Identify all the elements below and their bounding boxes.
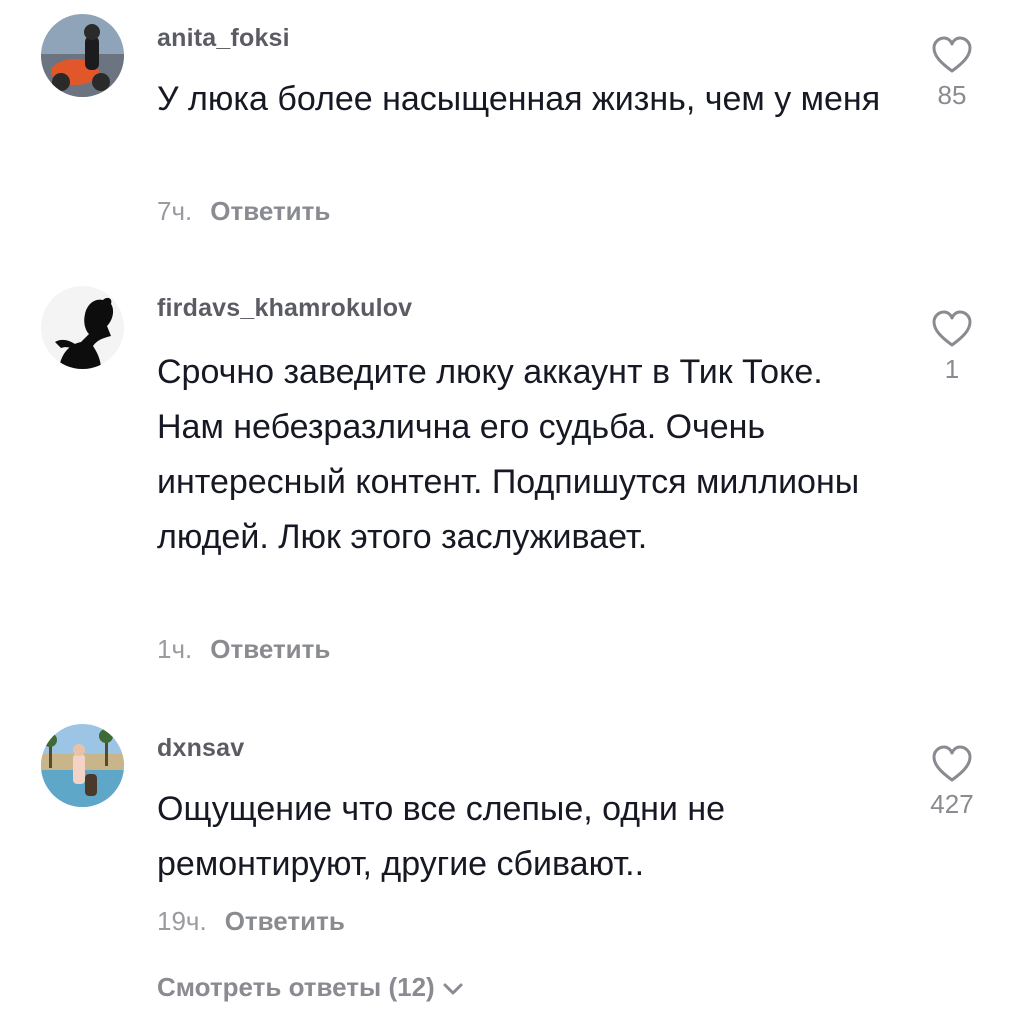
chevron-down-icon bbox=[443, 983, 463, 995]
comment-meta: 19ч. Ответить bbox=[157, 906, 345, 937]
comment-timestamp: 1ч. bbox=[157, 634, 193, 664]
view-replies-button[interactable]: Смотреть ответы (12) bbox=[157, 972, 465, 1003]
heart-icon[interactable] bbox=[931, 36, 973, 74]
comment-username[interactable]: anita_foksi bbox=[157, 24, 290, 53]
comment-text: У люка более насыщенная жизнь, чем у мен… bbox=[157, 80, 881, 118]
like-count: 427 bbox=[930, 789, 974, 819]
avatar-pool-photo bbox=[41, 724, 124, 807]
heart-icon[interactable] bbox=[931, 745, 973, 783]
reply-button[interactable]: Ответить bbox=[210, 196, 330, 226]
like-control: 1 bbox=[922, 310, 982, 385]
comment-text: Ощущение что все слепые, одни не ремонти… bbox=[157, 790, 726, 883]
like-control: 427 bbox=[922, 745, 982, 820]
like-count: 85 bbox=[937, 80, 967, 110]
comment-username[interactable]: firdavs_khamrokulov bbox=[157, 294, 412, 323]
avatar[interactable] bbox=[41, 14, 124, 97]
like-count: 1 bbox=[944, 354, 960, 384]
comment-timestamp: 7ч. bbox=[157, 196, 193, 226]
comment-meta: 7ч. Ответить bbox=[157, 196, 330, 227]
comment-timestamp: 19ч. bbox=[157, 906, 207, 936]
reply-button[interactable]: Ответить bbox=[225, 906, 345, 936]
comment-username[interactable]: dxnsav bbox=[157, 734, 244, 763]
avatar[interactable] bbox=[41, 286, 124, 369]
reply-button[interactable]: Ответить bbox=[210, 634, 330, 664]
comment-meta: 1ч. Ответить bbox=[157, 634, 330, 665]
like-control: 85 bbox=[922, 36, 982, 111]
view-replies-label: Смотреть ответы (12) bbox=[157, 972, 435, 1002]
comment-text: Срочно заведите люку аккаунт в Тик Токе.… bbox=[157, 353, 860, 556]
avatar-silhouette-photo bbox=[41, 286, 124, 369]
avatar-motorcycle-photo bbox=[41, 14, 124, 97]
heart-icon[interactable] bbox=[931, 310, 973, 348]
avatar[interactable] bbox=[41, 724, 124, 807]
